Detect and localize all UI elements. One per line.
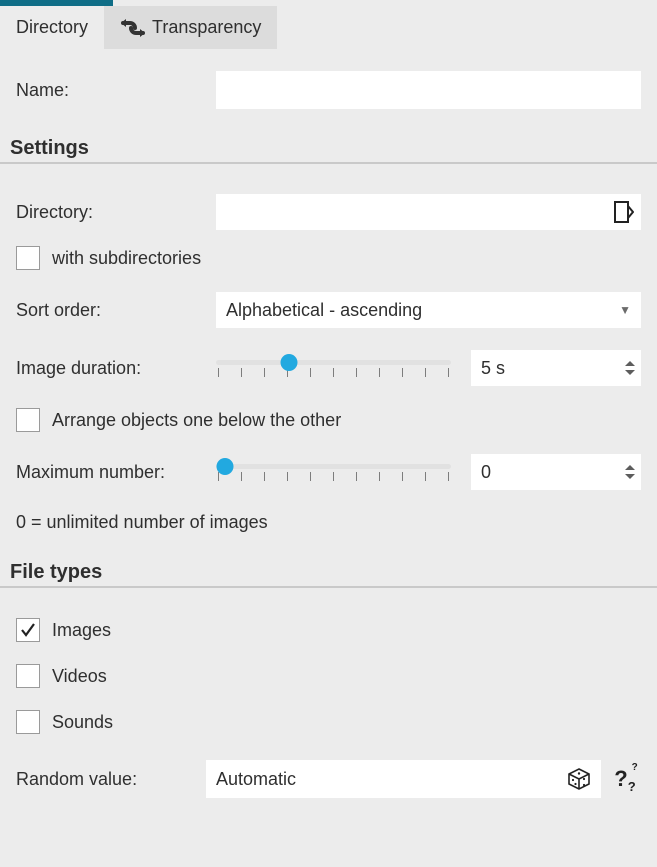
question-icon: ?? ? bbox=[614, 766, 627, 792]
name-label: Name: bbox=[16, 80, 216, 101]
filetypes-header: File types bbox=[10, 561, 641, 584]
with-subdirectories-label: with subdirectories bbox=[52, 248, 201, 269]
maximum-number-down[interactable] bbox=[625, 474, 635, 479]
videos-label: Videos bbox=[52, 666, 107, 687]
arrange-checkbox[interactable] bbox=[16, 408, 40, 432]
maximum-number-spinbox[interactable]: 0 bbox=[471, 454, 641, 490]
name-input[interactable] bbox=[216, 71, 641, 109]
maximum-number-slider[interactable] bbox=[216, 456, 451, 488]
tab-bar: Directory Transparency bbox=[0, 6, 657, 49]
random-dice-button[interactable] bbox=[563, 763, 595, 795]
maximum-number-up[interactable] bbox=[625, 465, 635, 470]
filetypes-rule bbox=[0, 586, 657, 588]
images-checkbox[interactable] bbox=[16, 618, 40, 642]
with-subdirectories-checkbox[interactable] bbox=[16, 246, 40, 270]
directory-input[interactable] bbox=[218, 194, 607, 230]
image-duration-slider[interactable] bbox=[216, 352, 451, 384]
chevron-down-icon: ▼ bbox=[619, 303, 631, 317]
tab-directory[interactable]: Directory bbox=[0, 6, 104, 49]
dice-icon bbox=[567, 767, 591, 791]
tab-transparency-label: Transparency bbox=[152, 17, 261, 38]
maximum-number-value: 0 bbox=[481, 462, 619, 483]
image-duration-thumb[interactable] bbox=[280, 354, 297, 371]
settings-rule bbox=[0, 162, 657, 164]
directory-field bbox=[216, 194, 641, 230]
directory-label: Directory: bbox=[16, 202, 216, 223]
image-duration-down[interactable] bbox=[625, 370, 635, 375]
random-value-field[interactable]: Automatic bbox=[206, 760, 601, 798]
browse-directory-button[interactable] bbox=[607, 196, 639, 228]
images-label: Images bbox=[52, 620, 111, 641]
random-help-button[interactable]: ?? ? bbox=[601, 763, 641, 795]
random-value-label: Random value: bbox=[16, 769, 206, 790]
sort-order-select[interactable]: Alphabetical - ascending ▼ bbox=[216, 292, 641, 328]
random-value-text: Automatic bbox=[212, 769, 563, 790]
transparency-icon bbox=[120, 17, 146, 39]
image-duration-spinbox[interactable]: 5 s bbox=[471, 350, 641, 386]
settings-header: Settings bbox=[10, 137, 641, 160]
arrange-label: Arrange objects one below the other bbox=[52, 410, 341, 431]
tab-transparency[interactable]: Transparency bbox=[104, 6, 277, 49]
folder-open-icon bbox=[612, 200, 634, 224]
sounds-checkbox[interactable] bbox=[16, 710, 40, 734]
videos-checkbox[interactable] bbox=[16, 664, 40, 688]
maximum-number-hint: 0 = unlimited number of images bbox=[16, 512, 641, 533]
sounds-label: Sounds bbox=[52, 712, 113, 733]
maximum-number-label: Maximum number: bbox=[16, 462, 216, 483]
sort-order-value: Alphabetical - ascending bbox=[226, 300, 422, 321]
image-duration-value: 5 s bbox=[481, 358, 619, 379]
sort-order-label: Sort order: bbox=[16, 300, 216, 321]
image-duration-label: Image duration: bbox=[16, 358, 216, 379]
image-duration-up[interactable] bbox=[625, 361, 635, 366]
maximum-number-thumb[interactable] bbox=[217, 458, 234, 475]
tab-directory-label: Directory bbox=[16, 17, 88, 38]
